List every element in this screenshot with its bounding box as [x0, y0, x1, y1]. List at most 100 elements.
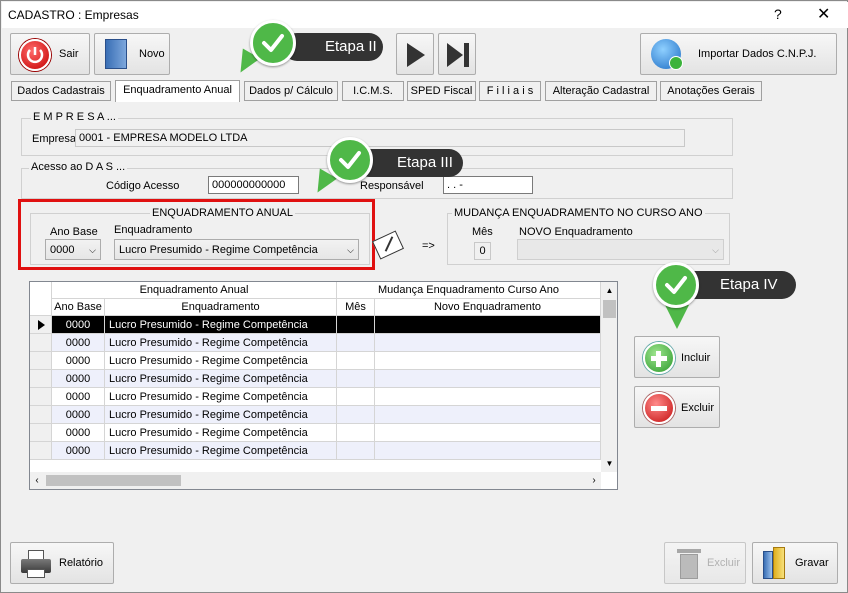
cell-enquadramento[interactable]: Lucro Presumido - Regime Competência: [105, 334, 337, 352]
cell-novo-enquadramento[interactable]: [375, 370, 601, 388]
enquadramento-grid[interactable]: Enquadramento Anual Mudança Enquadrament…: [29, 281, 618, 490]
cell-enquadramento[interactable]: Lucro Presumido - Regime Competência: [105, 352, 337, 370]
grid-corner: [30, 282, 52, 316]
cell-novo-enquadramento[interactable]: [375, 442, 601, 460]
responsavel-input[interactable]: . . -: [443, 176, 533, 194]
sair-label: Sair: [59, 48, 79, 60]
row-indicator: [30, 388, 52, 406]
table-row[interactable]: 0000 Lucro Presumido - Regime Competência: [30, 334, 601, 352]
grid-header-mes[interactable]: Mês: [337, 299, 375, 316]
cell-ano-base[interactable]: 0000: [52, 388, 105, 406]
tab-filiais[interactable]: F i l i a i s: [479, 81, 541, 101]
row-indicator: [30, 406, 52, 424]
codigo-acesso-input[interactable]: 000000000000: [208, 176, 299, 194]
download-badge-icon: [669, 56, 683, 70]
excluir-label: Excluir: [681, 402, 715, 414]
cell-novo-enquadramento[interactable]: [375, 388, 601, 406]
printer-icon: [21, 550, 51, 578]
cell-ano-base[interactable]: 0000: [52, 406, 105, 424]
horizontal-scroll-thumb[interactable]: [46, 475, 181, 486]
scroll-right-icon[interactable]: ›: [587, 472, 601, 489]
row-indicator: [30, 352, 52, 370]
cell-enquadramento[interactable]: Lucro Presumido - Regime Competência: [105, 388, 337, 406]
gravar-button[interactable]: Gravar: [752, 542, 838, 584]
cell-novo-enquadramento[interactable]: [375, 424, 601, 442]
save-books-icon: [763, 547, 789, 581]
cell-enquadramento[interactable]: Lucro Presumido - Regime Competência: [105, 442, 337, 460]
last-record-button[interactable]: [438, 33, 476, 75]
power-icon: [19, 39, 51, 71]
cell-mes[interactable]: [337, 334, 375, 352]
importar-button[interactable]: Importar Dados C.N.P.J.: [640, 33, 837, 75]
table-row[interactable]: 0000 Lucro Presumido - Regime Competência: [30, 442, 601, 460]
excluir-registro-button[interactable]: Excluir: [664, 542, 746, 584]
cell-enquadramento[interactable]: Lucro Presumido - Regime Competência: [105, 370, 337, 388]
table-row[interactable]: 0000 Lucro Presumido - Regime Competência: [30, 388, 601, 406]
row-indicator: [30, 424, 52, 442]
table-row[interactable]: 0000 Lucro Presumido - Regime Competência: [30, 316, 601, 334]
tab-dados-cadastrais[interactable]: Dados Cadastrais: [11, 81, 111, 101]
vertical-scroll-thumb[interactable]: [603, 300, 616, 318]
novo-button[interactable]: Novo: [94, 33, 170, 75]
check-etapa-3-icon: [327, 137, 373, 183]
row-indicator: [30, 442, 52, 460]
edit-note-button[interactable]: [371, 229, 405, 261]
cell-enquadramento[interactable]: Lucro Presumido - Regime Competência: [105, 406, 337, 424]
cell-ano-base[interactable]: 0000: [52, 316, 105, 334]
grid-header-novo-enquadramento[interactable]: Novo Enquadramento: [375, 299, 601, 316]
scroll-left-icon[interactable]: ‹: [30, 472, 44, 489]
novo-enquadramento-select[interactable]: ⌵: [517, 239, 724, 260]
cell-novo-enquadramento[interactable]: [375, 334, 601, 352]
cell-mes[interactable]: [337, 352, 375, 370]
cell-ano-base[interactable]: 0000: [52, 424, 105, 442]
cell-enquadramento[interactable]: Lucro Presumido - Regime Competência: [105, 316, 337, 334]
cell-mes[interactable]: [337, 442, 375, 460]
cell-enquadramento[interactable]: Lucro Presumido - Regime Competência: [105, 424, 337, 442]
tab-enquadramento-anual[interactable]: Enquadramento Anual: [115, 80, 240, 102]
next-record-button[interactable]: [396, 33, 434, 75]
new-file-icon: [105, 39, 127, 69]
cell-novo-enquadramento[interactable]: [375, 352, 601, 370]
title-bar: CADASTRO : Empresas ? ✕: [2, 2, 848, 28]
scroll-up-icon[interactable]: ▲: [601, 282, 617, 299]
sair-button[interactable]: Sair: [10, 33, 90, 75]
cell-ano-base[interactable]: 0000: [52, 352, 105, 370]
callout-etapa-3-label: Etapa III: [397, 154, 453, 171]
cell-mes[interactable]: [337, 316, 375, 334]
cell-novo-enquadramento[interactable]: [375, 406, 601, 424]
scroll-down-icon[interactable]: ▼: [601, 455, 617, 472]
grid-header-ano-base[interactable]: Ano Base: [52, 299, 105, 316]
table-row[interactable]: 0000 Lucro Presumido - Regime Competência: [30, 352, 601, 370]
callout-etapa-4-pointer: [665, 305, 689, 329]
table-row[interactable]: 0000 Lucro Presumido - Regime Competência: [30, 424, 601, 442]
minus-icon: [643, 392, 675, 424]
cell-mes[interactable]: [337, 388, 375, 406]
cell-mes[interactable]: [337, 406, 375, 424]
tab-icms[interactable]: I.C.M.S.: [342, 81, 404, 101]
cell-novo-enquadramento[interactable]: [375, 316, 601, 334]
cell-mes[interactable]: [337, 424, 375, 442]
tab-sped-fiscal[interactable]: SPED Fiscal: [407, 81, 476, 101]
cell-ano-base[interactable]: 0000: [52, 442, 105, 460]
tab-anotacoes-gerais[interactable]: Anotações Gerais: [660, 81, 762, 101]
incluir-button[interactable]: Incluir: [634, 336, 720, 378]
vertical-scrollbar[interactable]: ▲ ▼: [601, 282, 617, 472]
close-button[interactable]: ✕: [817, 4, 830, 24]
tab-dados-calculo[interactable]: Dados p/ Cálculo: [244, 81, 338, 101]
arrow-label: =>: [422, 240, 435, 252]
table-row[interactable]: 0000 Lucro Presumido - Regime Competência: [30, 406, 601, 424]
grid-header-enquadramento[interactable]: Enquadramento: [105, 299, 337, 316]
cell-ano-base[interactable]: 0000: [52, 334, 105, 352]
horizontal-scrollbar[interactable]: ‹ ›: [30, 472, 601, 489]
check-etapa-4-icon: [653, 262, 699, 308]
cell-mes[interactable]: [337, 370, 375, 388]
help-button[interactable]: ?: [774, 6, 782, 22]
tab-alteracao-cadastral[interactable]: Alteração Cadastral: [545, 81, 657, 101]
das-group-title: Acesso ao D A S ...: [29, 161, 128, 173]
table-row[interactable]: 0000 Lucro Presumido - Regime Competência: [30, 370, 601, 388]
plus-icon: [643, 342, 675, 374]
relatorio-button[interactable]: Relatório: [10, 542, 114, 584]
mes-input[interactable]: 0: [474, 242, 491, 260]
excluir-button[interactable]: Excluir: [634, 386, 720, 428]
cell-ano-base[interactable]: 0000: [52, 370, 105, 388]
